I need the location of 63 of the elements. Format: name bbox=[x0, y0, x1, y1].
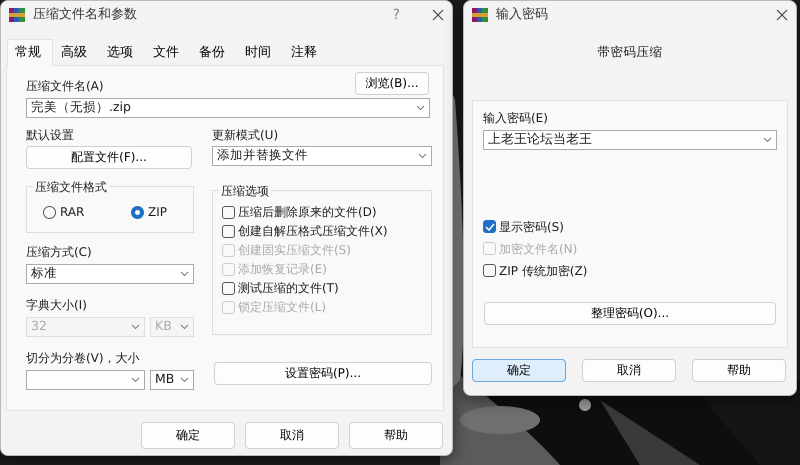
dropdown-field[interactable]: 完美（无损）.zip bbox=[26, 98, 430, 118]
radio-button[interactable] bbox=[43, 206, 56, 218]
dropdown-field[interactable]: 上老王论坛当老王 bbox=[483, 130, 777, 150]
chevron-down-icon bbox=[131, 376, 140, 382]
dialog-button[interactable]: 确定 bbox=[472, 358, 566, 382]
close-icon[interactable] bbox=[776, 9, 788, 21]
tab[interactable]: 备份 bbox=[191, 39, 237, 66]
window-title: 压缩文件名和参数 bbox=[33, 6, 137, 24]
checkbox-label: 加密文件名(N) bbox=[499, 240, 578, 258]
chevron-down-icon bbox=[763, 136, 772, 143]
close-icon[interactable] bbox=[432, 9, 444, 21]
tab[interactable]: 高级 bbox=[53, 39, 99, 66]
checkbox[interactable] bbox=[222, 206, 235, 218]
dropdown-field[interactable]: MB bbox=[150, 370, 194, 390]
chevron-down-icon bbox=[180, 324, 189, 330]
set-password-button[interactable]: 设置密码(P)... bbox=[214, 362, 432, 384]
checkbox-label: 添加恢复记录(E) bbox=[238, 261, 327, 278]
dropdown-field[interactable]: 添加并替换文件 bbox=[212, 146, 432, 166]
dropdown-field[interactable] bbox=[26, 370, 145, 390]
tab[interactable]: 注释 bbox=[283, 39, 329, 66]
chevron-down-icon bbox=[131, 324, 140, 330]
checkbox-label: 压缩后删除原来的文件(D) bbox=[238, 204, 377, 221]
browse-button[interactable]: 浏览(B)... bbox=[355, 72, 429, 94]
radio-label: ZIP bbox=[148, 204, 167, 221]
radio-label: RAR bbox=[60, 204, 84, 221]
field-label: 压缩方式(C) bbox=[26, 244, 93, 260]
chevron-down-icon bbox=[180, 270, 189, 276]
dialog-button[interactable]: 帮助 bbox=[349, 422, 443, 448]
tab[interactable]: 常规 bbox=[7, 39, 53, 66]
checkbox-label: 创建固实压缩文件(S) bbox=[238, 242, 351, 259]
dialog-button[interactable]: 确定 bbox=[141, 422, 235, 448]
checkbox-label: 显示密码(S) bbox=[499, 218, 564, 236]
dropdown-field[interactable]: 标准 bbox=[26, 264, 194, 284]
checkbox[interactable] bbox=[483, 220, 496, 234]
field-label: 输入密码(E) bbox=[483, 110, 549, 127]
profile-button[interactable]: 配置文件(F)... bbox=[26, 146, 192, 168]
checkbox[interactable] bbox=[483, 264, 496, 278]
field-label: 更新模式(U) bbox=[212, 126, 280, 144]
chevron-down-icon bbox=[418, 152, 427, 158]
field-label: 压缩文件名(A) bbox=[26, 78, 104, 94]
checkbox-label: ZIP 传统加密(Z) bbox=[499, 262, 588, 280]
field-label: 字典大小(I) bbox=[26, 296, 88, 314]
chevron-down-icon bbox=[180, 376, 189, 382]
checkbox[interactable] bbox=[222, 282, 235, 294]
checkbox-label: 测试压缩的文件(T) bbox=[238, 280, 339, 297]
radio-button[interactable] bbox=[131, 206, 144, 218]
dialog-heading: 带密码压缩 bbox=[596, 43, 664, 61]
checkbox-label: 锁定压缩文件(L) bbox=[238, 299, 326, 316]
organize-passwords-button[interactable]: 整理密码(O)... bbox=[484, 302, 776, 325]
checkbox[interactable] bbox=[222, 224, 235, 238]
tab[interactable]: 时间 bbox=[237, 39, 283, 66]
chevron-down-icon bbox=[416, 104, 425, 110]
checkbox-label: 创建自解压格式压缩文件(X) bbox=[238, 223, 388, 240]
tab[interactable]: 文件 bbox=[145, 39, 191, 66]
dialog-button[interactable]: 帮助 bbox=[692, 358, 786, 382]
archive-app-icon bbox=[472, 8, 488, 22]
field-label: 默认设置 bbox=[26, 126, 75, 144]
tab[interactable]: 选项 bbox=[99, 39, 145, 66]
field-label: 切分为分卷(V)，大小 bbox=[26, 350, 141, 366]
dialog-button[interactable]: 取消 bbox=[582, 358, 676, 382]
archive-app-icon bbox=[9, 8, 25, 22]
window-title: 输入密码 bbox=[496, 6, 548, 24]
dialog-button[interactable]: 取消 bbox=[245, 422, 339, 448]
